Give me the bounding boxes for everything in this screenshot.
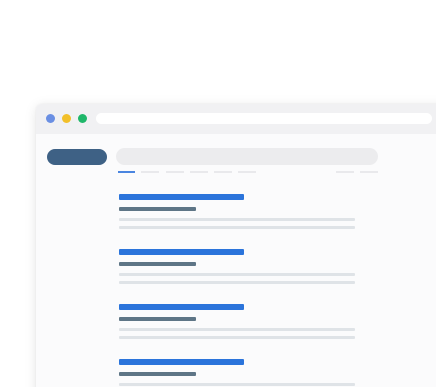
tab[interactable] <box>238 171 256 173</box>
result-url-bar <box>119 207 196 211</box>
window-dot-green[interactable] <box>78 114 87 123</box>
window-dot-yellow[interactable] <box>62 114 71 123</box>
result-url-bar <box>119 262 196 266</box>
result-snippet-line <box>119 218 355 221</box>
title-bar <box>36 104 436 134</box>
window-dot-blue[interactable] <box>46 114 55 123</box>
result-snippet-line <box>119 336 355 339</box>
search-input[interactable] <box>116 148 378 165</box>
tab[interactable] <box>360 171 378 173</box>
result-title-bar[interactable] <box>119 194 244 200</box>
tab[interactable] <box>336 171 354 173</box>
result-snippet-line <box>119 281 355 284</box>
result-title-bar[interactable] <box>119 359 244 365</box>
tab[interactable] <box>190 171 208 173</box>
result-url-bar <box>119 317 196 321</box>
address-bar[interactable] <box>96 113 432 124</box>
tab-active[interactable] <box>118 171 135 173</box>
result-snippet-line <box>119 328 355 331</box>
result-title-bar[interactable] <box>119 304 244 310</box>
site-logo[interactable] <box>47 149 107 165</box>
result-url-bar <box>119 372 196 376</box>
result-snippet-line <box>119 273 355 276</box>
result-snippet-line <box>119 226 355 229</box>
result-snippet-line <box>119 383 355 386</box>
tab[interactable] <box>166 171 184 173</box>
browser-window <box>36 104 436 387</box>
stage <box>0 0 436 387</box>
tab[interactable] <box>214 171 232 173</box>
tab-strip <box>118 171 378 175</box>
result-title-bar[interactable] <box>119 249 244 255</box>
tab[interactable] <box>141 171 159 173</box>
